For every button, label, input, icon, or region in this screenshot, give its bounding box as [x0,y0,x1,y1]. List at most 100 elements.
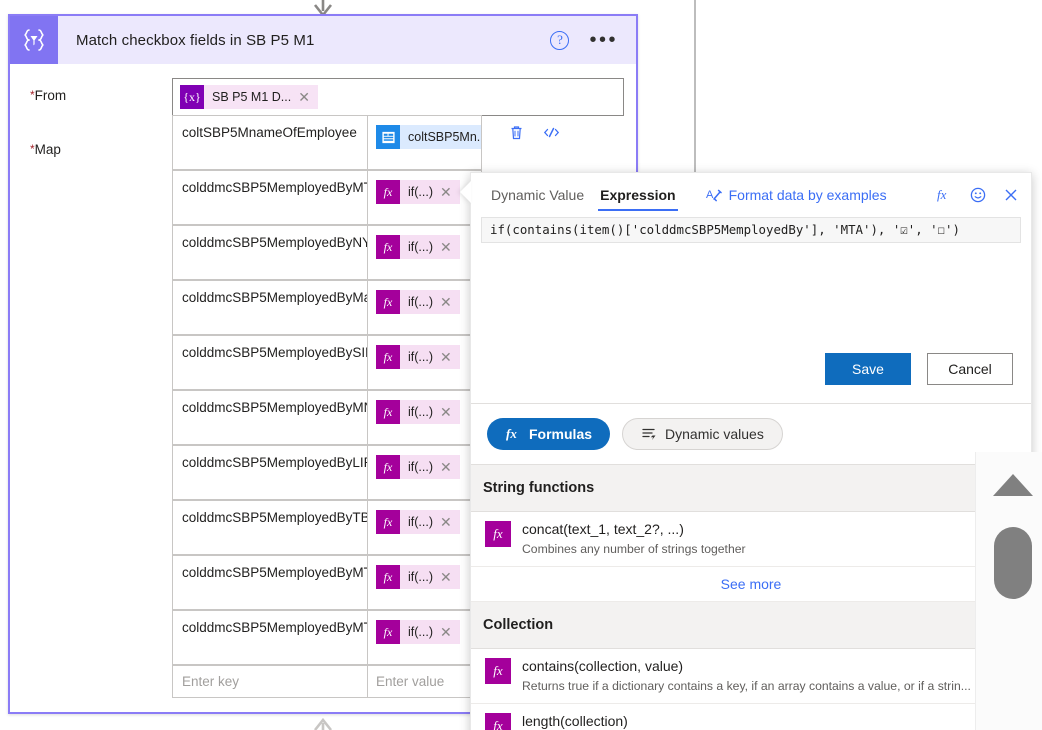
help-circle-icon[interactable]: ? [550,30,570,50]
close-icon[interactable]: ✕ [440,350,460,364]
expression-token-chip[interactable]: fx if(...) ✕ [376,620,460,644]
function-group-title: Collection [483,617,554,633]
map-value-input[interactable]: fx if(...) ✕ [367,610,482,665]
emoji-icon[interactable] [970,187,986,203]
vertical-scrollbar[interactable] [975,452,1042,730]
close-icon[interactable]: ✕ [298,90,318,104]
expression-editor-canvas[interactable] [471,243,1031,353]
pill-dynamic-values[interactable]: Dynamic values [622,418,783,450]
format-data-by-examples-label: Format data by examples [728,187,887,203]
close-icon[interactable] [1003,187,1019,203]
function-list-item[interactable]: fx concat(text_1, text_2?, ...) Combines a… [471,512,1031,567]
map-value-input[interactable]: fx if(...) ✕ [367,335,482,390]
see-more-link[interactable]: See more [471,567,1031,602]
fx-icon: fx [376,455,400,479]
function-description: Combines any number of strings together [522,542,746,556]
save-button[interactable]: Save [825,353,911,385]
callout-beak [460,181,471,203]
from-field-row: *From {x} SB P5 M1 D... ✕ [10,64,636,116]
expression-token-chip[interactable]: fx if(...) ✕ [376,455,460,479]
svg-text:A: A [706,189,714,201]
tab-dynamic-value[interactable]: Dynamic Value [483,173,592,217]
tab-expression[interactable]: Expression [592,173,683,217]
map-key-input[interactable]: colddmcSBP5MemployedByMNR [172,390,367,445]
new-key-input[interactable]: Enter key [172,665,367,698]
from-input[interactable]: {x} SB P5 M1 D... ✕ [172,78,624,116]
function-group-title: String functions [483,480,595,496]
fx-icon: fx [485,713,511,730]
map-key-input[interactable]: colddmcSBP5MemployedByMTACD [172,555,367,610]
map-key-input[interactable]: colddmcSBP5MemployedByTBTA [172,500,367,555]
map-key-input[interactable]: colddmcSBP5MemployedByMTA [172,170,367,225]
pill-formulas[interactable]: fx Formulas [487,418,611,450]
canvas-divider [694,0,696,174]
map-key-input[interactable]: colddmcSBP5MemployedByMTABC [172,610,367,665]
map-value-input[interactable]: fx if(...) ✕ [367,555,482,610]
fx-icon: fx [376,235,400,259]
close-icon[interactable]: ✕ [440,405,460,419]
function-group-header[interactable]: String functions [471,465,1031,512]
pill-formulas-label: Formulas [529,426,593,442]
close-icon[interactable]: ✕ [440,570,460,584]
map-key-input[interactable]: colddmcSBP5MemployedByLIRR [172,445,367,500]
from-token-label: SB P5 M1 D... [212,90,292,104]
map-value-input[interactable]: fx if(...) ✕ [367,390,482,445]
map-value-input[interactable]: fx if(...) ✕ [367,500,482,555]
map-value-input[interactable]: coltSBP5Mn...✕ [367,115,482,170]
card-header[interactable]: Match checkbox fields in SB P5 M1 ? ••• [10,16,636,64]
close-icon[interactable]: ✕ [440,240,460,254]
function-mode-pills: fx Formulas Dynamic values [471,404,1031,464]
cancel-button[interactable]: Cancel [927,353,1013,385]
expression-editor-toolbar-icons: fx [937,187,1019,203]
function-description: Returns true if a dictionary contains a … [522,679,971,693]
expression-token-chip[interactable]: fx if(...) ✕ [376,290,460,314]
token-label: if(...) [408,295,433,309]
function-list-item[interactable]: fxlength(collection)Returns the number o… [471,704,1031,730]
function-group-header[interactable]: Collection [471,602,1031,649]
expression-token-chip[interactable]: fx if(...) ✕ [376,180,460,204]
fx-icon: fx [376,290,400,314]
expression-token-chip[interactable]: fx if(...) ✕ [376,345,460,369]
trash-icon[interactable] [508,124,525,141]
close-icon[interactable]: ✕ [440,515,460,529]
scroll-up-arrow-icon[interactable] [993,474,1033,496]
expression-input[interactable]: if(contains(item()['colddmcSBP5Memployed… [481,217,1021,243]
close-icon[interactable]: ✕ [440,185,460,199]
fx-icon: fx [505,426,521,442]
expression-token-chip[interactable]: fx if(...) ✕ [376,400,460,424]
expression-token-chip[interactable]: fx if(...) ✕ [376,235,460,259]
expression-editor-buttons: Save Cancel [471,353,1031,403]
map-value-input[interactable]: fx if(...) ✕ [367,225,482,280]
close-icon[interactable]: ✕ [440,460,460,474]
function-signature: concat(text_1, text_2?, ...) [522,521,684,537]
function-signature: contains(collection, value) [522,658,684,674]
token-label: if(...) [408,625,433,639]
variable-icon: {x} [180,85,204,109]
new-value-input[interactable]: Enter value [367,665,482,698]
token-label: if(...) [408,405,433,419]
table-row: coltSBP5MnameOfEmployee coltSBP5Mn...✕ [172,115,624,170]
more-options-icon[interactable]: ••• [589,30,618,50]
map-key-input[interactable]: coltSBP5MnameOfEmployee [172,115,367,170]
function-signature: length(collection) [522,713,628,729]
map-key-input[interactable]: colddmcSBP5MemployedByMaBSTOA [172,280,367,335]
row-actions [482,115,562,170]
fx-icon: fx [376,180,400,204]
token-label: if(...) [408,515,433,529]
dynamic-token-chip[interactable]: coltSBP5Mn...✕ [376,125,481,149]
fx-icon[interactable]: fx [937,187,953,203]
expression-token-chip[interactable]: fx if(...) ✕ [376,510,460,534]
map-value-input[interactable]: fx if(...) ✕ [367,445,482,500]
scroll-thumb[interactable] [994,527,1032,599]
map-key-input[interactable]: colddmcSBP5MemployedBySIRTOA [172,335,367,390]
format-data-by-examples-button[interactable]: A Format data by examples [706,187,887,203]
function-list-item[interactable]: fx contains(collection, value) Returns tru… [471,649,1031,704]
expression-token-chip[interactable]: fx if(...) ✕ [376,565,460,589]
close-icon[interactable]: ✕ [440,625,460,639]
switch-to-code-icon[interactable] [543,124,560,141]
map-value-input[interactable]: fx if(...) ✕ [367,280,482,335]
close-icon[interactable]: ✕ [440,295,460,309]
fx-icon: fx [376,510,400,534]
map-key-input[interactable]: colddmcSBP5MemployedByNYCT [172,225,367,280]
from-token-chip[interactable]: {x} SB P5 M1 D... ✕ [180,85,318,109]
